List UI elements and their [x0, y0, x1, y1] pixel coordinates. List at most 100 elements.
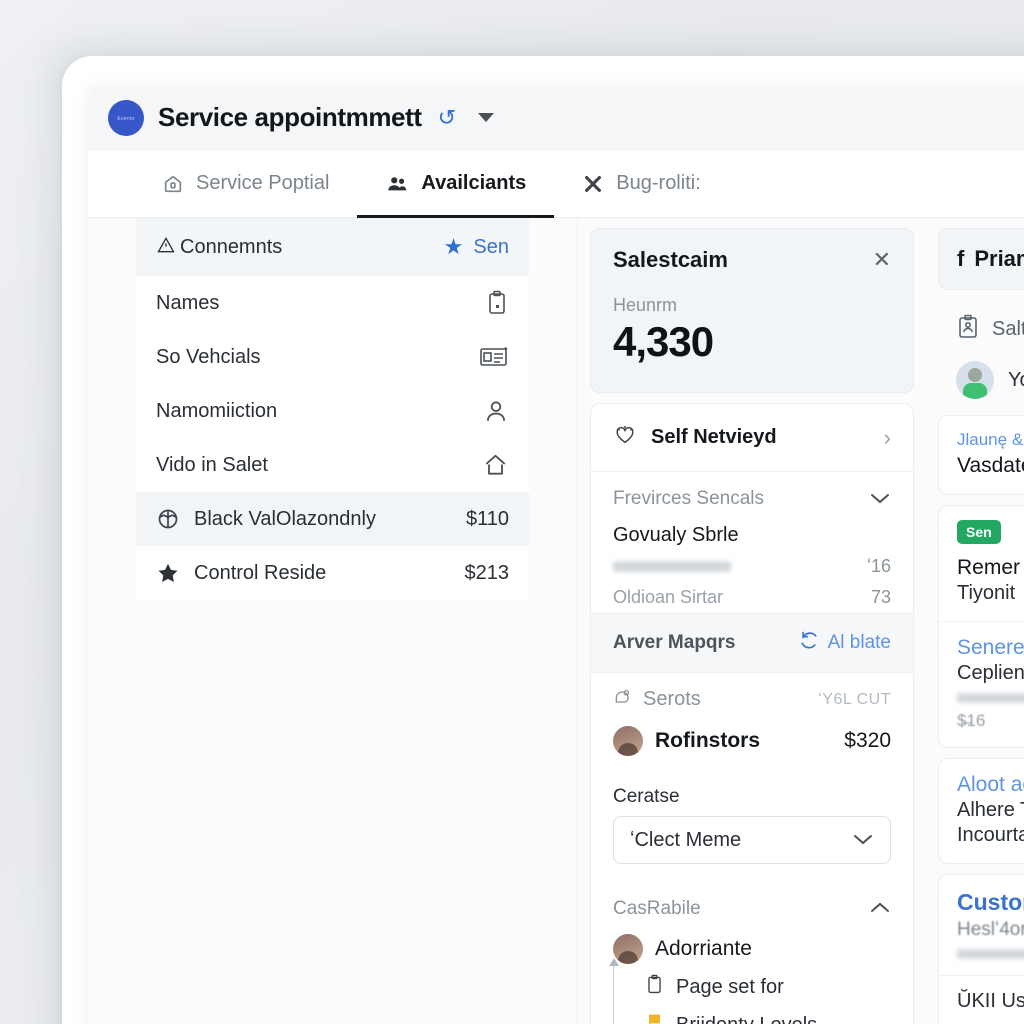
- metric-value: 73: [870, 587, 891, 607]
- right-card-faded: Heslʻ4or: [957, 919, 1024, 940]
- flag-icon: [645, 1012, 664, 1024]
- list-item[interactable]: So Vehcials: [136, 330, 529, 384]
- right-person-text: Your: [1008, 368, 1024, 391]
- person-icon: [483, 398, 509, 424]
- list-item[interactable]: Vido in Salet: [136, 438, 529, 492]
- tab-label: Service Poptial: [196, 172, 330, 194]
- right-card-main: Ceplieni: [957, 662, 1024, 684]
- chevron-down-icon[interactable]: [478, 113, 495, 122]
- select-value: ʻClect Meme: [630, 828, 742, 851]
- right-panel-title: Priamp: [974, 246, 1024, 271]
- right-card-main: Vasdate: [957, 454, 1024, 477]
- tree-item[interactable]: Page set for: [633, 968, 891, 1006]
- payers-section-header[interactable]: Arver Mapqrs Al blate: [591, 613, 913, 673]
- tab-label: Bug-roliti:: [616, 172, 701, 194]
- stat-card-label: Heunrm: [613, 295, 678, 315]
- list-item-label: So Vehcials: [156, 345, 261, 368]
- app-window-inner: Evento Service appointmmett ↺ Service Po…: [88, 86, 1024, 1024]
- list-item-price: $213: [464, 561, 510, 584]
- home-tag-icon: [162, 173, 184, 195]
- star-filled-icon: [156, 561, 180, 585]
- alert-triangle-icon: [156, 235, 176, 260]
- refresh-icon: [798, 630, 820, 656]
- person-name: Rofinstors: [655, 729, 760, 752]
- salts-label: Salts: [992, 318, 1024, 340]
- right-panel-prefix: f: [957, 246, 965, 271]
- right-card-top[interactable]: Aloot ac: [957, 773, 1024, 797]
- right-card-top[interactable]: Senere I: [957, 636, 1024, 660]
- app-logo-icon: Evento: [108, 99, 144, 136]
- comments-list-title: Connemnts: [180, 235, 283, 258]
- metric-label-blurred: [613, 561, 731, 572]
- list-item-label: Names: [156, 291, 220, 314]
- app-window: Evento Service appointmmett ↺ Service Po…: [62, 56, 1024, 1024]
- comments-star-action[interactable]: ★ Sen: [444, 236, 509, 259]
- blurred-text: [957, 949, 1024, 959]
- list-item[interactable]: Names: [136, 276, 529, 330]
- close-icon[interactable]: ✕: [873, 249, 891, 271]
- main-content: Connemnts ★ Sen Names So Vehcials Namomi…: [88, 218, 1024, 1024]
- tab-bug-roliti[interactable]: Bug-roliti:: [554, 150, 728, 217]
- person-row[interactable]: Rofinstors $320: [591, 718, 913, 770]
- clipboard-icon: [645, 974, 664, 1000]
- title-bar: Evento Service appointmmett ↺: [88, 86, 1024, 150]
- right-card-top[interactable]: Custom: [957, 889, 1024, 916]
- self-netvieyd-row[interactable]: Self Netvieyd ›: [591, 404, 913, 471]
- avatar: [613, 726, 643, 756]
- pay-meta: ʻY6L CUT: [818, 690, 891, 708]
- blurred-text: [957, 693, 1024, 703]
- metric-value: ʻ16: [866, 556, 891, 576]
- umbrella-icon: [156, 507, 180, 531]
- list-item[interactable]: Control Reside $213: [136, 546, 529, 600]
- tab-availciants[interactable]: Availciants: [357, 150, 555, 218]
- tab-service-poptial[interactable]: Service Poptial: [134, 150, 357, 217]
- ai-update-action[interactable]: Al blate: [798, 630, 891, 656]
- right-card[interactable]: Sen Remer Tiyonit Senere I Ceplieni $̶16: [938, 505, 1024, 748]
- services-section-header[interactable]: Frevirces Sencals: [591, 472, 913, 516]
- list-item[interactable]: Namomiiction: [136, 384, 529, 438]
- tree-root-item[interactable]: Adorriante: [613, 928, 891, 968]
- right-card[interactable]: Jlaunę & T Vasdate: [938, 415, 1024, 495]
- chevron-down-icon: [852, 830, 874, 851]
- middle-column: Salestcaim ✕ Heunrm 4,330 Self Netvieyd …: [578, 218, 926, 1024]
- list-item-label: Black ValOlazondnly: [194, 507, 376, 530]
- undo-icon[interactable]: ↺: [438, 106, 456, 129]
- avatar: [956, 361, 994, 399]
- right-card-main: Remer: [957, 556, 1021, 579]
- close-x-icon: [582, 173, 604, 195]
- clipboard-icon: [485, 290, 509, 316]
- right-card-sub: Tiyonit: [957, 582, 1016, 604]
- tree-item-label: Page set for: [676, 975, 784, 998]
- pay-label: Serots: [643, 688, 701, 710]
- stat-card: Salestcaim ✕ Heunrm 4,330: [590, 228, 914, 393]
- right-card[interactable]: Custom Heslʻ4or ŬKII Us: [938, 874, 1024, 1024]
- salts-row[interactable]: Salts: [938, 300, 1024, 351]
- svg-text:Evento: Evento: [117, 116, 134, 122]
- chevron-up-icon: [869, 899, 891, 920]
- clipboard-person-icon: [956, 314, 980, 345]
- right-person-row[interactable]: Your: [938, 351, 1024, 415]
- heart-puzzle-icon: [613, 424, 637, 451]
- status-badge: Sen: [957, 520, 1001, 544]
- list-item[interactable]: Black ValOlazondnly $110: [136, 492, 529, 546]
- home-icon: [482, 452, 509, 478]
- right-card[interactable]: Aloot ac Alhere T Incourta: [938, 758, 1024, 864]
- list-item-price: $110: [465, 507, 509, 530]
- self-netvieyd-label: Self Netvieyd: [651, 426, 777, 448]
- tree-root-label: Adorriante: [655, 937, 752, 960]
- person-amount: $320: [844, 729, 891, 752]
- list-item-label: Namomiiction: [156, 399, 278, 422]
- tree-item[interactable]: Briidenty Lovels: [633, 1006, 891, 1024]
- casrabile-section-header[interactable]: CasRabile: [591, 882, 913, 926]
- right-card-main: Alhere T: [957, 799, 1024, 821]
- right-panel-header: f Priamp: [938, 228, 1024, 290]
- tab-label: Availciants: [421, 172, 527, 194]
- right-card-sub: Incourta: [957, 824, 1024, 846]
- tab-bar: Service Poptial Availciants Bug-roliti:: [88, 150, 1024, 218]
- select-input[interactable]: ʻClect Meme: [613, 816, 891, 864]
- services-subtitle: Govualy Sbrle: [613, 524, 739, 546]
- stat-card-title: Salestcaim: [613, 247, 728, 272]
- arrow-up-icon: [609, 958, 619, 966]
- page-title: Service appointmmett: [158, 102, 422, 132]
- right-card-price: $̶16: [957, 711, 986, 730]
